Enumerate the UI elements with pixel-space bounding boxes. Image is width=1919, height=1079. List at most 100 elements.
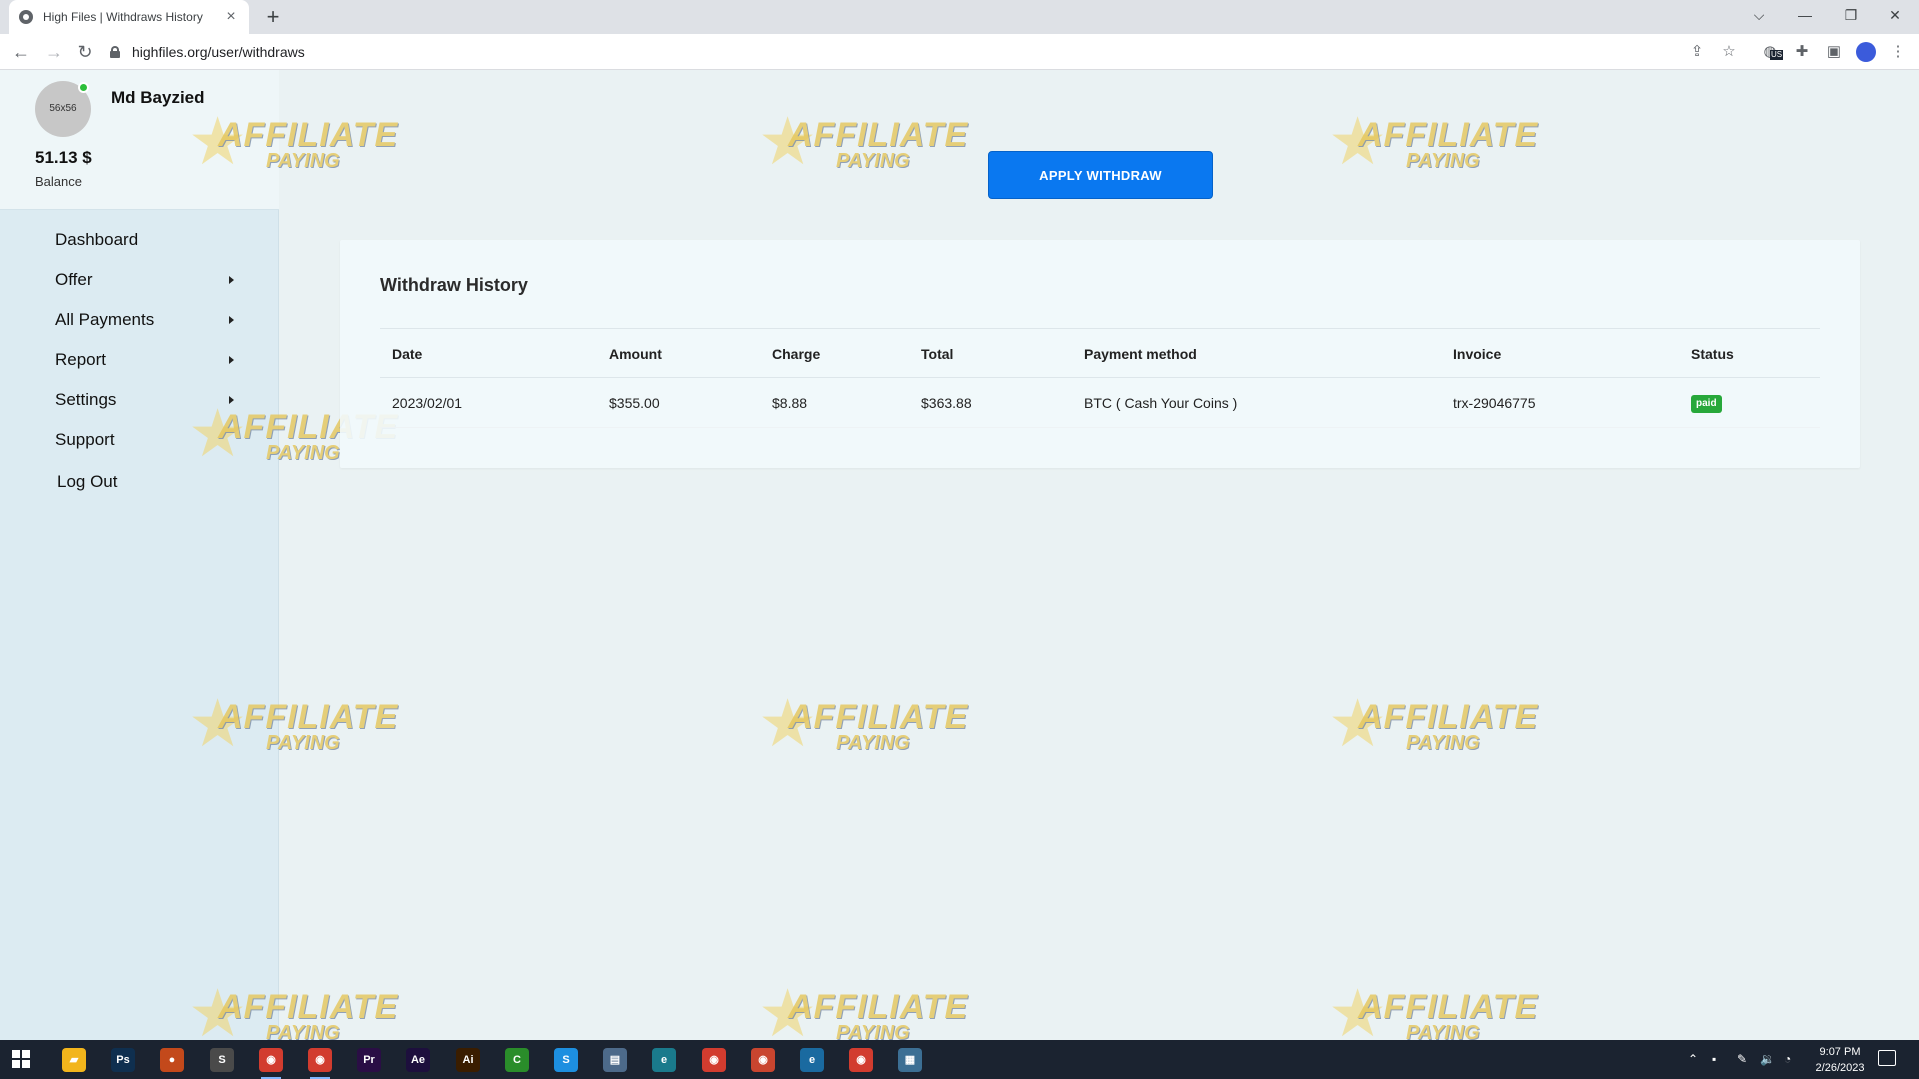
table-header-row: Date Amount Charge Total Payment method … (380, 328, 1820, 378)
lock-icon (110, 46, 120, 58)
withdraw-history-card: Withdraw History Date Amount Charge Tota… (340, 240, 1860, 468)
globe-icon (19, 10, 33, 24)
premiere-taskbar-icon[interactable]: Pr (357, 1048, 381, 1072)
column-header-amount: Amount (609, 346, 662, 362)
bookmark-star-icon[interactable]: ☆ (1719, 42, 1739, 62)
sidebar-menu: Dashboard Offer All Payments Report Sett… (0, 220, 279, 502)
notification-center-icon[interactable] (1878, 1050, 1896, 1066)
edge-2-taskbar-icon[interactable]: e (800, 1048, 824, 1072)
watermark-logo: ★ AFFILIATE PAYING (758, 976, 969, 1040)
close-window-button[interactable]: ✕ (1872, 0, 1918, 30)
chrome-5-taskbar-icon[interactable]: ◉ (849, 1048, 873, 1072)
watermark-logo: ★ AFFILIATE PAYING (1328, 104, 1539, 178)
column-header-payment-method: Payment method (1084, 346, 1197, 362)
browser-tab[interactable]: High Files | Withdraws History × (9, 0, 249, 34)
photoshop-taskbar-icon[interactable]: Ps (111, 1048, 135, 1072)
watermark-logo: ★ AFFILIATE PAYING (1328, 686, 1539, 760)
restore-button[interactable]: ❐ (1828, 0, 1874, 30)
tray-chevron-icon[interactable]: ⌃ (1688, 1040, 1698, 1079)
column-header-charge: Charge (772, 346, 821, 362)
cell-invoice: trx-29046775 (1453, 395, 1536, 411)
sidebar-item-label: All Payments (55, 310, 155, 329)
column-header-status: Status (1691, 346, 1734, 362)
edge-taskbar-icon[interactable]: e (652, 1048, 676, 1072)
chrome-2-taskbar-icon[interactable]: ◉ (308, 1048, 332, 1079)
after-effects-taskbar-icon[interactable]: Ae (406, 1048, 430, 1072)
share-icon[interactable]: ⇪ (1687, 42, 1707, 62)
caret-right-icon (229, 276, 234, 284)
sidebar-item-dashboard[interactable]: Dashboard (0, 220, 279, 260)
browser-menu-icon[interactable]: ⋮ (1888, 42, 1908, 62)
notepad-taskbar-icon[interactable]: ▤ (603, 1048, 627, 1072)
cell-charge: $8.88 (772, 395, 808, 411)
status-badge: paid (1691, 395, 1722, 414)
caret-right-icon (229, 396, 234, 404)
volume-icon[interactable]: 🔉 (1760, 1040, 1775, 1079)
clock-date: 2/26/2023 (1815, 1062, 1865, 1074)
chrome-1-taskbar-icon[interactable]: ◉ (259, 1048, 283, 1079)
profile-avatar-icon[interactable] (1856, 42, 1876, 62)
new-tab-button[interactable]: + (260, 4, 286, 30)
system-clock[interactable]: 9:07 PM 2/26/2023 (1800, 1044, 1880, 1076)
column-header-invoice: Invoice (1453, 346, 1502, 362)
cell-payment-method: BTC ( Cash Your Coins ) (1084, 395, 1238, 411)
watermark-logo: ★ AFFILIATE PAYING (1328, 976, 1539, 1040)
sidebar-item-label: Dashboard (55, 230, 139, 249)
url-text: highfiles.org/user/withdraws (132, 44, 305, 60)
tray-pen-icon[interactable]: ✎ (1737, 1040, 1747, 1079)
caret-right-icon (229, 316, 234, 324)
camtasia-taskbar-icon[interactable]: C (505, 1048, 529, 1072)
sidebar-item-settings[interactable]: Settings (0, 380, 279, 420)
tab-title: High Files | Withdraws History (43, 10, 203, 24)
caret-right-icon (229, 356, 234, 364)
chrome-4-taskbar-icon[interactable]: ◉ (751, 1048, 775, 1072)
table-row: 2023/02/01 $355.00 $8.88 $363.88 BTC ( C… (380, 378, 1820, 428)
minimize-button[interactable]: — (1782, 0, 1828, 30)
sidebar-item-label: Offer (55, 270, 93, 289)
watermark-logo: ★ AFFILIATE PAYING (758, 686, 969, 760)
vpn-badge: US (1770, 50, 1784, 60)
sublime-taskbar-icon[interactable]: S (210, 1048, 234, 1072)
sidebar-item-report[interactable]: Report (0, 340, 279, 380)
illustrator-taskbar-icon[interactable]: Ai (456, 1048, 480, 1072)
app-18-taskbar-icon[interactable]: ▦ (898, 1048, 922, 1072)
file-explorer-taskbar-icon[interactable]: ▰ (62, 1048, 86, 1072)
app-3-taskbar-icon[interactable]: ● (160, 1048, 184, 1072)
browser-tab-bar: High Files | Withdraws History × + ⌵ — ❐… (0, 0, 1919, 34)
address-bar: ← → ↻ highfiles.org/user/withdraws ⇪ ☆ ◍… (0, 34, 1919, 70)
apply-withdraw-button[interactable]: APPLY WITHDRAW (988, 151, 1213, 199)
tab-close-icon[interactable]: × (223, 8, 239, 26)
online-status-icon (78, 82, 89, 93)
extensions-puzzle-icon[interactable]: ✚ (1792, 42, 1812, 62)
skype-taskbar-icon[interactable]: S (554, 1048, 578, 1072)
balance-amount: 51.13 $ (35, 148, 92, 167)
reload-icon[interactable]: ↻ (73, 40, 97, 64)
side-panel-icon[interactable]: ▣ (1824, 42, 1844, 62)
user-name: Md Bayzied (111, 88, 205, 107)
clock-time: 9:07 PM (1819, 1046, 1861, 1058)
cell-total: $363.88 (921, 395, 972, 411)
watermark-logo: ★ AFFILIATE PAYING (758, 104, 969, 178)
vpn-extension-icon[interactable]: ◍US (1760, 42, 1784, 62)
cell-amount: $355.00 (609, 395, 660, 411)
column-header-total: Total (921, 346, 954, 362)
tray-app-icon[interactable]: ▪ (1712, 1040, 1716, 1079)
profile-panel: 56x56 Md Bayzied 51.13 $ Balance (0, 70, 279, 210)
back-icon[interactable]: ← (9, 40, 33, 64)
network-icon[interactable]: ◔ (1784, 1040, 1791, 1079)
chrome-3-taskbar-icon[interactable]: ◉ (702, 1048, 726, 1072)
withdraw-table: Date Amount Charge Total Payment method … (380, 328, 1820, 428)
cell-status: paid (1691, 378, 1722, 428)
sidebar-item-label: Settings (55, 390, 117, 409)
taskbar: ▰ Ps ● S ◉ ◉ Pr Ae Ai C S ▤ e ◉ ◉ e ◉ ▦ ⌃ ▪ ✎ 🔉 ◔ 9:07 PM… (0, 1040, 1919, 1079)
sidebar-item-support[interactable]: Support (0, 420, 279, 460)
url-field[interactable]: highfiles.org/user/withdraws (110, 38, 1710, 66)
sidebar-item-offer[interactable]: Offer (0, 260, 279, 300)
sidebar-item-label: Support (55, 430, 115, 449)
sidebar-item-all-payments[interactable]: All Payments (0, 300, 279, 340)
sidebar-item-log-out[interactable]: Log Out (0, 462, 279, 502)
tab-search-icon[interactable]: ⌵ (1736, 0, 1782, 30)
forward-icon[interactable]: → (42, 40, 66, 64)
card-title: Withdraw History (380, 275, 528, 295)
windows-start-icon[interactable] (12, 1050, 30, 1068)
